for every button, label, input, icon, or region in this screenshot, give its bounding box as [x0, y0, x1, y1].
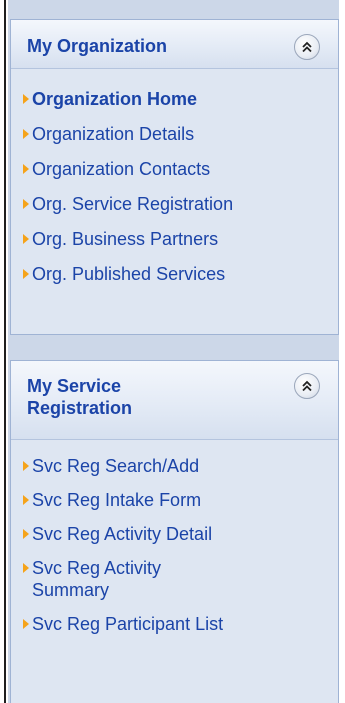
link-list: Svc Reg Search/Add Svc Reg Intake Form S… [11, 455, 338, 647]
left-nav-column: My Organization Organization Home Organi… [8, 0, 339, 703]
panel-title: My Service Registration [27, 376, 133, 418]
link-label[interactable]: Organization Contacts [32, 158, 210, 180]
link-label[interactable]: Org. Service Registration [32, 193, 233, 215]
nav-link-organization-contacts[interactable]: Organization Contacts [11, 158, 338, 180]
arrow-bullet-icon [23, 269, 29, 279]
collapse-button[interactable] [294, 373, 320, 399]
double-chevron-up-icon [302, 41, 312, 53]
right-gutter [340, 0, 345, 703]
arrow-bullet-icon [23, 164, 29, 174]
nav-link-svc-reg-search-add[interactable]: Svc Reg Search/Add [11, 455, 338, 477]
arrow-bullet-icon [23, 234, 29, 244]
arrow-bullet-icon [23, 563, 29, 573]
link-label[interactable]: Org. Business Partners [32, 228, 218, 250]
arrow-bullet-icon [23, 495, 29, 505]
collapse-button[interactable] [294, 34, 320, 60]
arrow-bullet-icon [23, 529, 29, 539]
link-label[interactable]: Organization Details [32, 123, 194, 145]
page-frame: My Organization Organization Home Organi… [0, 0, 345, 703]
link-label[interactable]: Svc Reg Intake Form [32, 489, 252, 511]
arrow-bullet-icon [23, 199, 29, 209]
link-label[interactable]: Svc Reg Activity Detail [32, 523, 252, 545]
link-label[interactable]: Svc Reg Search/Add [32, 455, 252, 477]
panel-my-service-registration: My Service Registration Svc Reg Search/A… [10, 360, 339, 703]
arrow-bullet-icon [23, 461, 29, 471]
nav-link-organization-home[interactable]: Organization Home [11, 88, 338, 110]
nav-link-svc-reg-participant-list[interactable]: Svc Reg Participant List [11, 613, 338, 635]
arrow-bullet-icon [23, 94, 29, 104]
nav-link-organization-details[interactable]: Organization Details [11, 123, 338, 145]
left-border [4, 0, 6, 703]
link-label[interactable]: Svc Reg Activity Summary [32, 557, 172, 601]
link-label[interactable]: Organization Home [32, 88, 197, 110]
arrow-bullet-icon [23, 619, 29, 629]
nav-link-org-published-services[interactable]: Org. Published Services [11, 263, 338, 285]
arrow-bullet-icon [23, 129, 29, 139]
link-label[interactable]: Svc Reg Participant List [32, 613, 252, 635]
panel-header: My Organization [11, 20, 338, 69]
nav-link-svc-reg-activity-summary[interactable]: Svc Reg Activity Summary [11, 557, 338, 601]
nav-link-svc-reg-intake-form[interactable]: Svc Reg Intake Form [11, 489, 338, 511]
link-label[interactable]: Org. Published Services [32, 263, 225, 285]
panel-header: My Service Registration [11, 361, 338, 440]
double-chevron-up-icon [302, 380, 312, 392]
nav-link-org-business-partners[interactable]: Org. Business Partners [11, 228, 338, 250]
panel-my-organization: My Organization Organization Home Organi… [10, 19, 339, 335]
nav-link-svc-reg-activity-detail[interactable]: Svc Reg Activity Detail [11, 523, 338, 545]
panel-title: My Organization [27, 36, 168, 56]
nav-link-org-service-registration[interactable]: Org. Service Registration [11, 193, 338, 215]
link-list: Organization Home Organization Details O… [11, 88, 338, 298]
